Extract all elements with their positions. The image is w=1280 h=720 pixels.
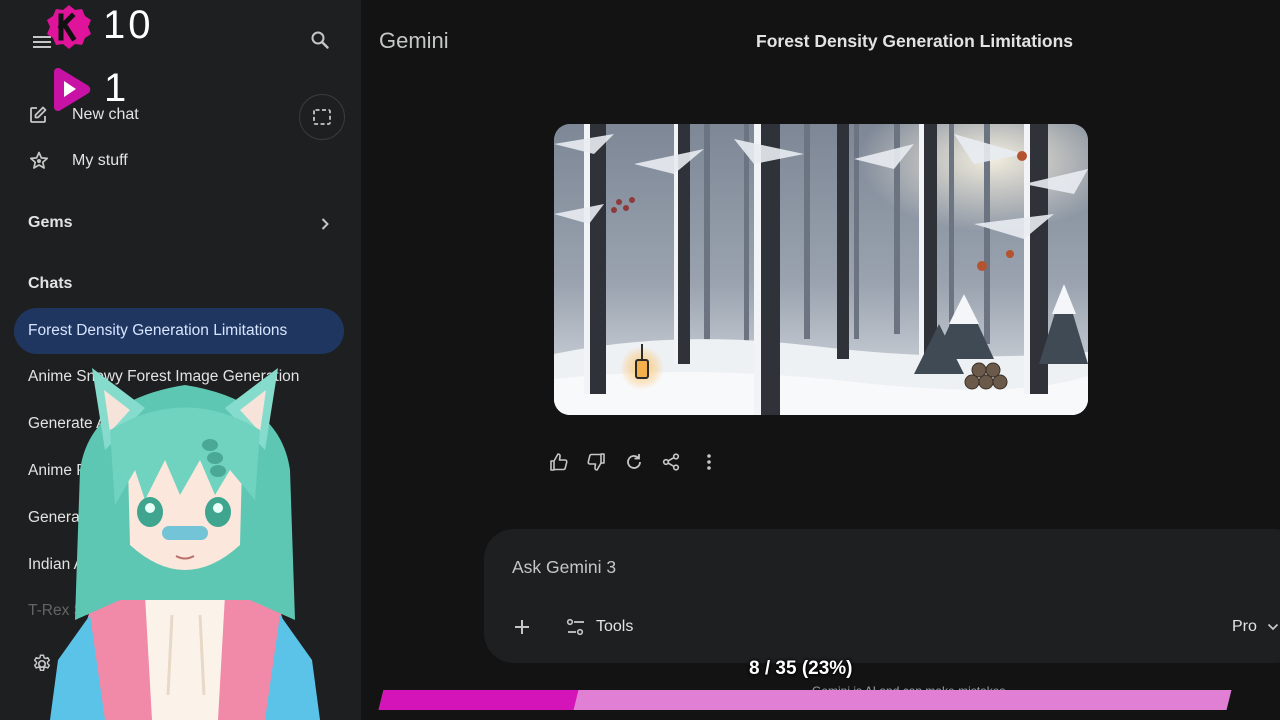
add-attachment-button[interactable] bbox=[508, 613, 536, 641]
gems-expand-button[interactable] bbox=[316, 214, 334, 234]
progress-bar bbox=[378, 690, 1232, 710]
share-button[interactable] bbox=[653, 448, 691, 476]
refresh-icon bbox=[626, 454, 641, 469]
thumb-up-icon bbox=[549, 453, 568, 471]
response-actions bbox=[540, 448, 728, 476]
generated-image[interactable] bbox=[554, 124, 1088, 415]
thumb-down-icon bbox=[587, 453, 606, 471]
prompt-input[interactable] bbox=[512, 553, 1112, 581]
thumbs-up-button[interactable] bbox=[540, 448, 578, 476]
plus-icon bbox=[515, 620, 529, 634]
tune-icon bbox=[566, 618, 586, 636]
tools-label: Tools bbox=[596, 618, 634, 635]
chat-item-forest-density[interactable]: Forest Density Generation Limitations bbox=[14, 308, 344, 354]
thumbs-down-button[interactable] bbox=[578, 448, 616, 476]
snowy-forest-illustration bbox=[554, 124, 1088, 415]
gems-heading[interactable]: Gems bbox=[28, 214, 72, 232]
prompt-composer: Tools Pro bbox=[484, 529, 1280, 663]
model-selector[interactable]: Pro bbox=[1232, 613, 1279, 641]
conversation-title[interactable]: Forest Density Generation Limitations bbox=[756, 31, 1073, 52]
regenerate-button[interactable] bbox=[615, 448, 653, 476]
share-icon bbox=[663, 453, 680, 471]
k-counter: 10 bbox=[103, 3, 154, 47]
temporary-chat-button[interactable] bbox=[299, 94, 345, 140]
search-icon bbox=[311, 31, 329, 49]
my-stuff-label: My stuff bbox=[72, 152, 128, 169]
chevron-right-icon bbox=[321, 218, 329, 230]
progress-bar-fill bbox=[378, 690, 579, 710]
chevron-down-icon bbox=[1267, 623, 1279, 631]
chats-heading: Chats bbox=[28, 275, 73, 292]
progress-label: 8 / 35 (23%) bbox=[749, 658, 853, 679]
more-options-button[interactable] bbox=[690, 448, 728, 476]
tools-button[interactable]: Tools bbox=[566, 613, 633, 641]
vtuber-avatar bbox=[50, 368, 320, 720]
dashed-square-icon bbox=[313, 109, 331, 125]
app-brand[interactable]: Gemini bbox=[379, 28, 449, 54]
more-vert-icon bbox=[706, 454, 711, 470]
play-logo-icon bbox=[54, 67, 91, 112]
search-button[interactable] bbox=[304, 24, 336, 56]
my-stuff-button[interactable]: My stuff bbox=[28, 150, 128, 172]
star-icon bbox=[28, 150, 56, 172]
play-counter: 1 bbox=[104, 66, 127, 110]
k-logo-icon bbox=[47, 5, 91, 49]
model-label: Pro bbox=[1232, 618, 1257, 635]
